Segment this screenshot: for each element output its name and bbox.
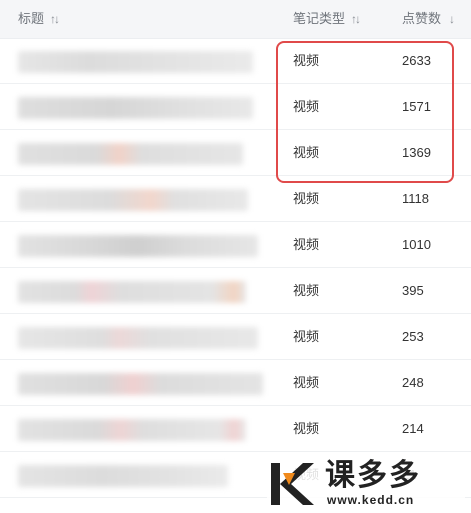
cell-note-type: 视频 [293, 283, 320, 298]
cell-note-type: 视频 [293, 329, 320, 344]
sort-icon[interactable]: ↑↓ [50, 0, 60, 38]
column-header-title[interactable]: 标题 ↑↓ [18, 0, 60, 38]
kedd-logo-icon [271, 463, 314, 505]
table-row[interactable]: 视频 1010 [0, 222, 471, 268]
sort-descending-icon[interactable]: ↓ [449, 0, 455, 38]
highlight-annotation-box [276, 41, 454, 183]
cell-likes: 253 [402, 329, 424, 344]
watermark-brand: 课多多 [325, 458, 421, 493]
blurred-title [18, 189, 248, 211]
watermark: 课多多 www.kedd.cn [267, 457, 465, 509]
cell-note-type: 视频 [293, 237, 320, 252]
cell-note-type: 视频 [293, 421, 320, 436]
column-header-title-label: 标题 [18, 11, 45, 26]
column-header-type-label: 笔记类型 [293, 11, 346, 26]
blurred-title [18, 51, 253, 73]
cell-likes: 1010 [402, 237, 431, 252]
table-row[interactable]: 视频 214 [0, 406, 471, 452]
sort-icon[interactable]: ↑↓ [351, 0, 361, 38]
blurred-title [18, 281, 246, 303]
column-header-likes-label: 点赞数 [402, 11, 442, 26]
table-row[interactable]: 视频 253 [0, 314, 471, 360]
table-row[interactable]: 视频 395 [0, 268, 471, 314]
watermark-url: www.kedd.cn [327, 493, 415, 507]
blurred-title [18, 235, 258, 257]
cell-likes: 248 [402, 375, 424, 390]
column-header-likes[interactable]: 点赞数 ↓ [402, 0, 455, 38]
cell-note-type: 视频 [293, 375, 320, 390]
cell-likes: 395 [402, 283, 424, 298]
blurred-title [18, 327, 258, 349]
table-header: 标题 ↑↓ 笔记类型 ↑↓ 点赞数 ↓ [0, 0, 471, 39]
table-row[interactable]: 视频 248 [0, 360, 471, 406]
blurred-title [18, 419, 246, 441]
blurred-title [18, 143, 243, 165]
cell-likes: 214 [402, 421, 424, 436]
blurred-title [18, 465, 228, 487]
blurred-title [18, 373, 263, 395]
blurred-title [18, 97, 253, 119]
column-header-type[interactable]: 笔记类型 ↑↓ [293, 0, 361, 38]
